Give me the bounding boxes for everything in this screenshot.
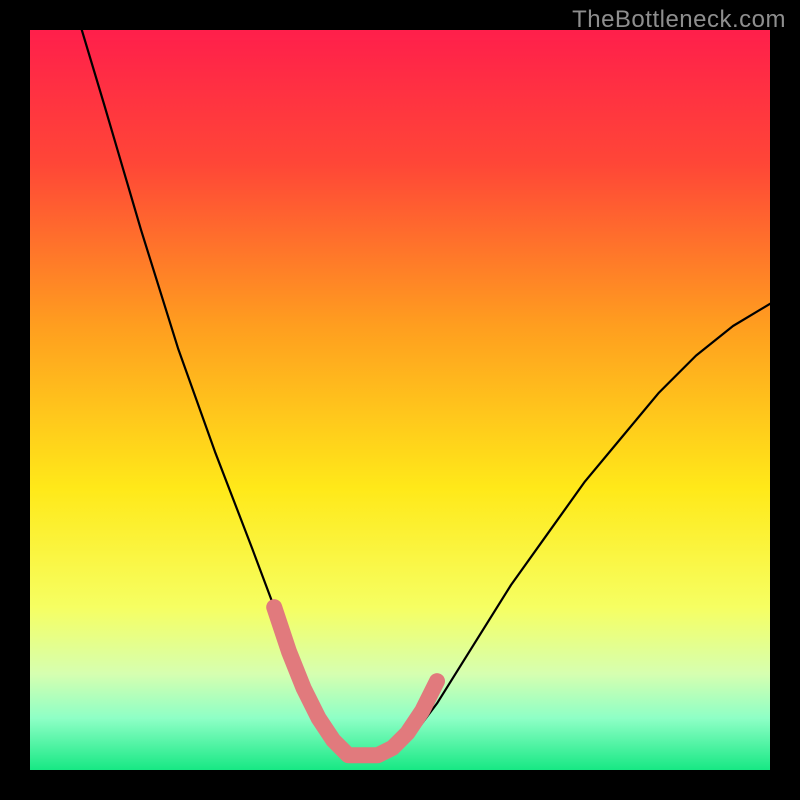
gradient-background [30, 30, 770, 770]
chart-frame: TheBottleneck.com [0, 0, 800, 800]
chart-plot-area [30, 30, 770, 770]
chart-svg [30, 30, 770, 770]
